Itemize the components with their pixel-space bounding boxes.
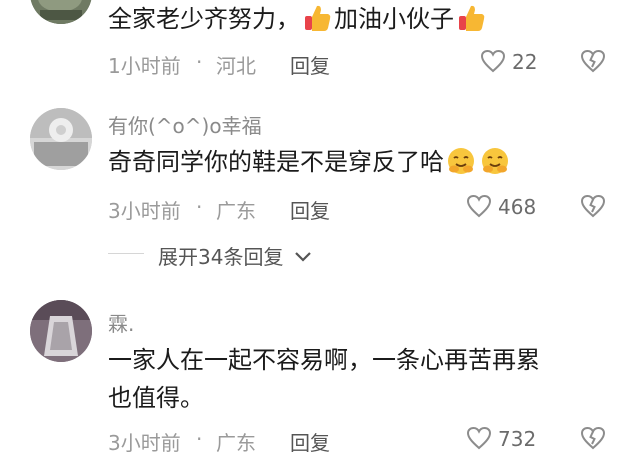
- comment-location: 广东: [216, 431, 256, 455]
- broken-heart-icon[interactable]: [580, 426, 606, 454]
- comment-text-line: 一家人在一起不容易啊，一条心再苦再累: [108, 346, 540, 374]
- comment-text-line: 也值得。: [108, 384, 204, 412]
- expand-replies-label: 展开34条回复: [158, 245, 284, 269]
- reply-button[interactable]: 回复: [290, 427, 330, 456]
- comment-time: 3小时前: [108, 199, 181, 223]
- comment-time: 3小时前: [108, 431, 181, 455]
- reply-button[interactable]: 回复: [290, 50, 330, 79]
- meta-separator: ·: [196, 195, 203, 219]
- chevron-down-icon: [294, 244, 312, 268]
- comment-text: 全家老少齐努力， 加油小伙子: [108, 0, 488, 44]
- like-count: 732: [498, 427, 537, 451]
- thumbs-up-emoji: [302, 3, 332, 44]
- like-count: 468: [498, 195, 537, 219]
- like-count: 22: [512, 50, 538, 74]
- heart-outline-icon[interactable]: [480, 49, 506, 77]
- meta-separator: ·: [196, 50, 203, 74]
- broken-heart-icon[interactable]: [580, 194, 606, 222]
- broken-heart-icon[interactable]: [580, 49, 606, 77]
- avatar[interactable]: [30, 0, 92, 24]
- comment-text-part: 全家老少齐努力，: [108, 5, 300, 33]
- expand-replies-button[interactable]: 展开34条回复: [158, 241, 312, 270]
- reply-button[interactable]: 回复: [290, 195, 330, 224]
- heart-outline-icon[interactable]: [466, 194, 492, 222]
- avatar[interactable]: [30, 300, 92, 362]
- comment-text-part: 加油小伙子: [334, 5, 454, 33]
- comment-text: 奇奇同学你的鞋是不是穿反了哈: [108, 143, 512, 187]
- hugging-face-emoji: [480, 146, 510, 187]
- comment-text-part: 奇奇同学你的鞋是不是穿反了哈: [108, 148, 444, 176]
- meta-separator: ·: [196, 427, 203, 451]
- username[interactable]: 有你(^o^)o幸福: [108, 110, 262, 139]
- thumbs-up-emoji: [456, 3, 486, 44]
- avatar[interactable]: [30, 108, 92, 170]
- comment-time: 1小时前: [108, 54, 181, 78]
- expand-divider: [108, 253, 144, 254]
- username[interactable]: 霖.: [108, 308, 134, 337]
- comment-location: 广东: [216, 199, 256, 223]
- comment-location: 河北: [216, 54, 256, 78]
- heart-outline-icon[interactable]: [466, 426, 492, 454]
- hugging-face-emoji: [446, 146, 476, 187]
